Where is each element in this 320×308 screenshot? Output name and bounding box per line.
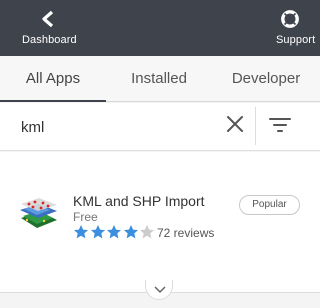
star-filled-icon [107,225,121,239]
chevron-left-icon [42,10,54,28]
tab-installed[interactable]: Installed [106,56,212,102]
support-button[interactable]: Support [270,0,318,56]
search-divider [255,107,256,145]
support-label: Support [276,34,316,46]
filter-icon[interactable] [268,116,292,134]
search-input[interactable] [12,111,212,143]
tab-bar: All Apps Installed Developer [0,56,320,102]
app-name: KML and SHP Import [73,193,205,209]
popular-badge: Popular [239,195,300,215]
map-layers-icon [20,198,57,228]
list-item[interactable]: KML and SHP Import Free 72 reviews Popul… [0,182,320,252]
lifebuoy-icon [281,10,299,28]
star-empty-icon [140,225,154,239]
results-list: KML and SHP Import Free 72 reviews Popul… [0,152,320,292]
review-count: 72 reviews [157,226,215,240]
active-tab-indicator [0,100,106,102]
star-filled-icon [123,225,138,239]
chevron-down-icon [154,286,166,294]
dashboard-button[interactable]: Dashboard [12,0,84,56]
top-bar: Dashboard Support [0,0,320,56]
tab-all-apps[interactable]: All Apps [0,56,106,102]
app-price: Free [73,210,98,224]
star-rating [73,224,156,240]
dashboard-label: Dashboard [22,34,77,46]
star-filled-icon [90,225,105,239]
tab-developer[interactable]: Developer [212,56,320,102]
show-more-button[interactable] [145,280,173,300]
star-filled-icon [74,225,88,239]
close-icon[interactable] [224,113,246,135]
